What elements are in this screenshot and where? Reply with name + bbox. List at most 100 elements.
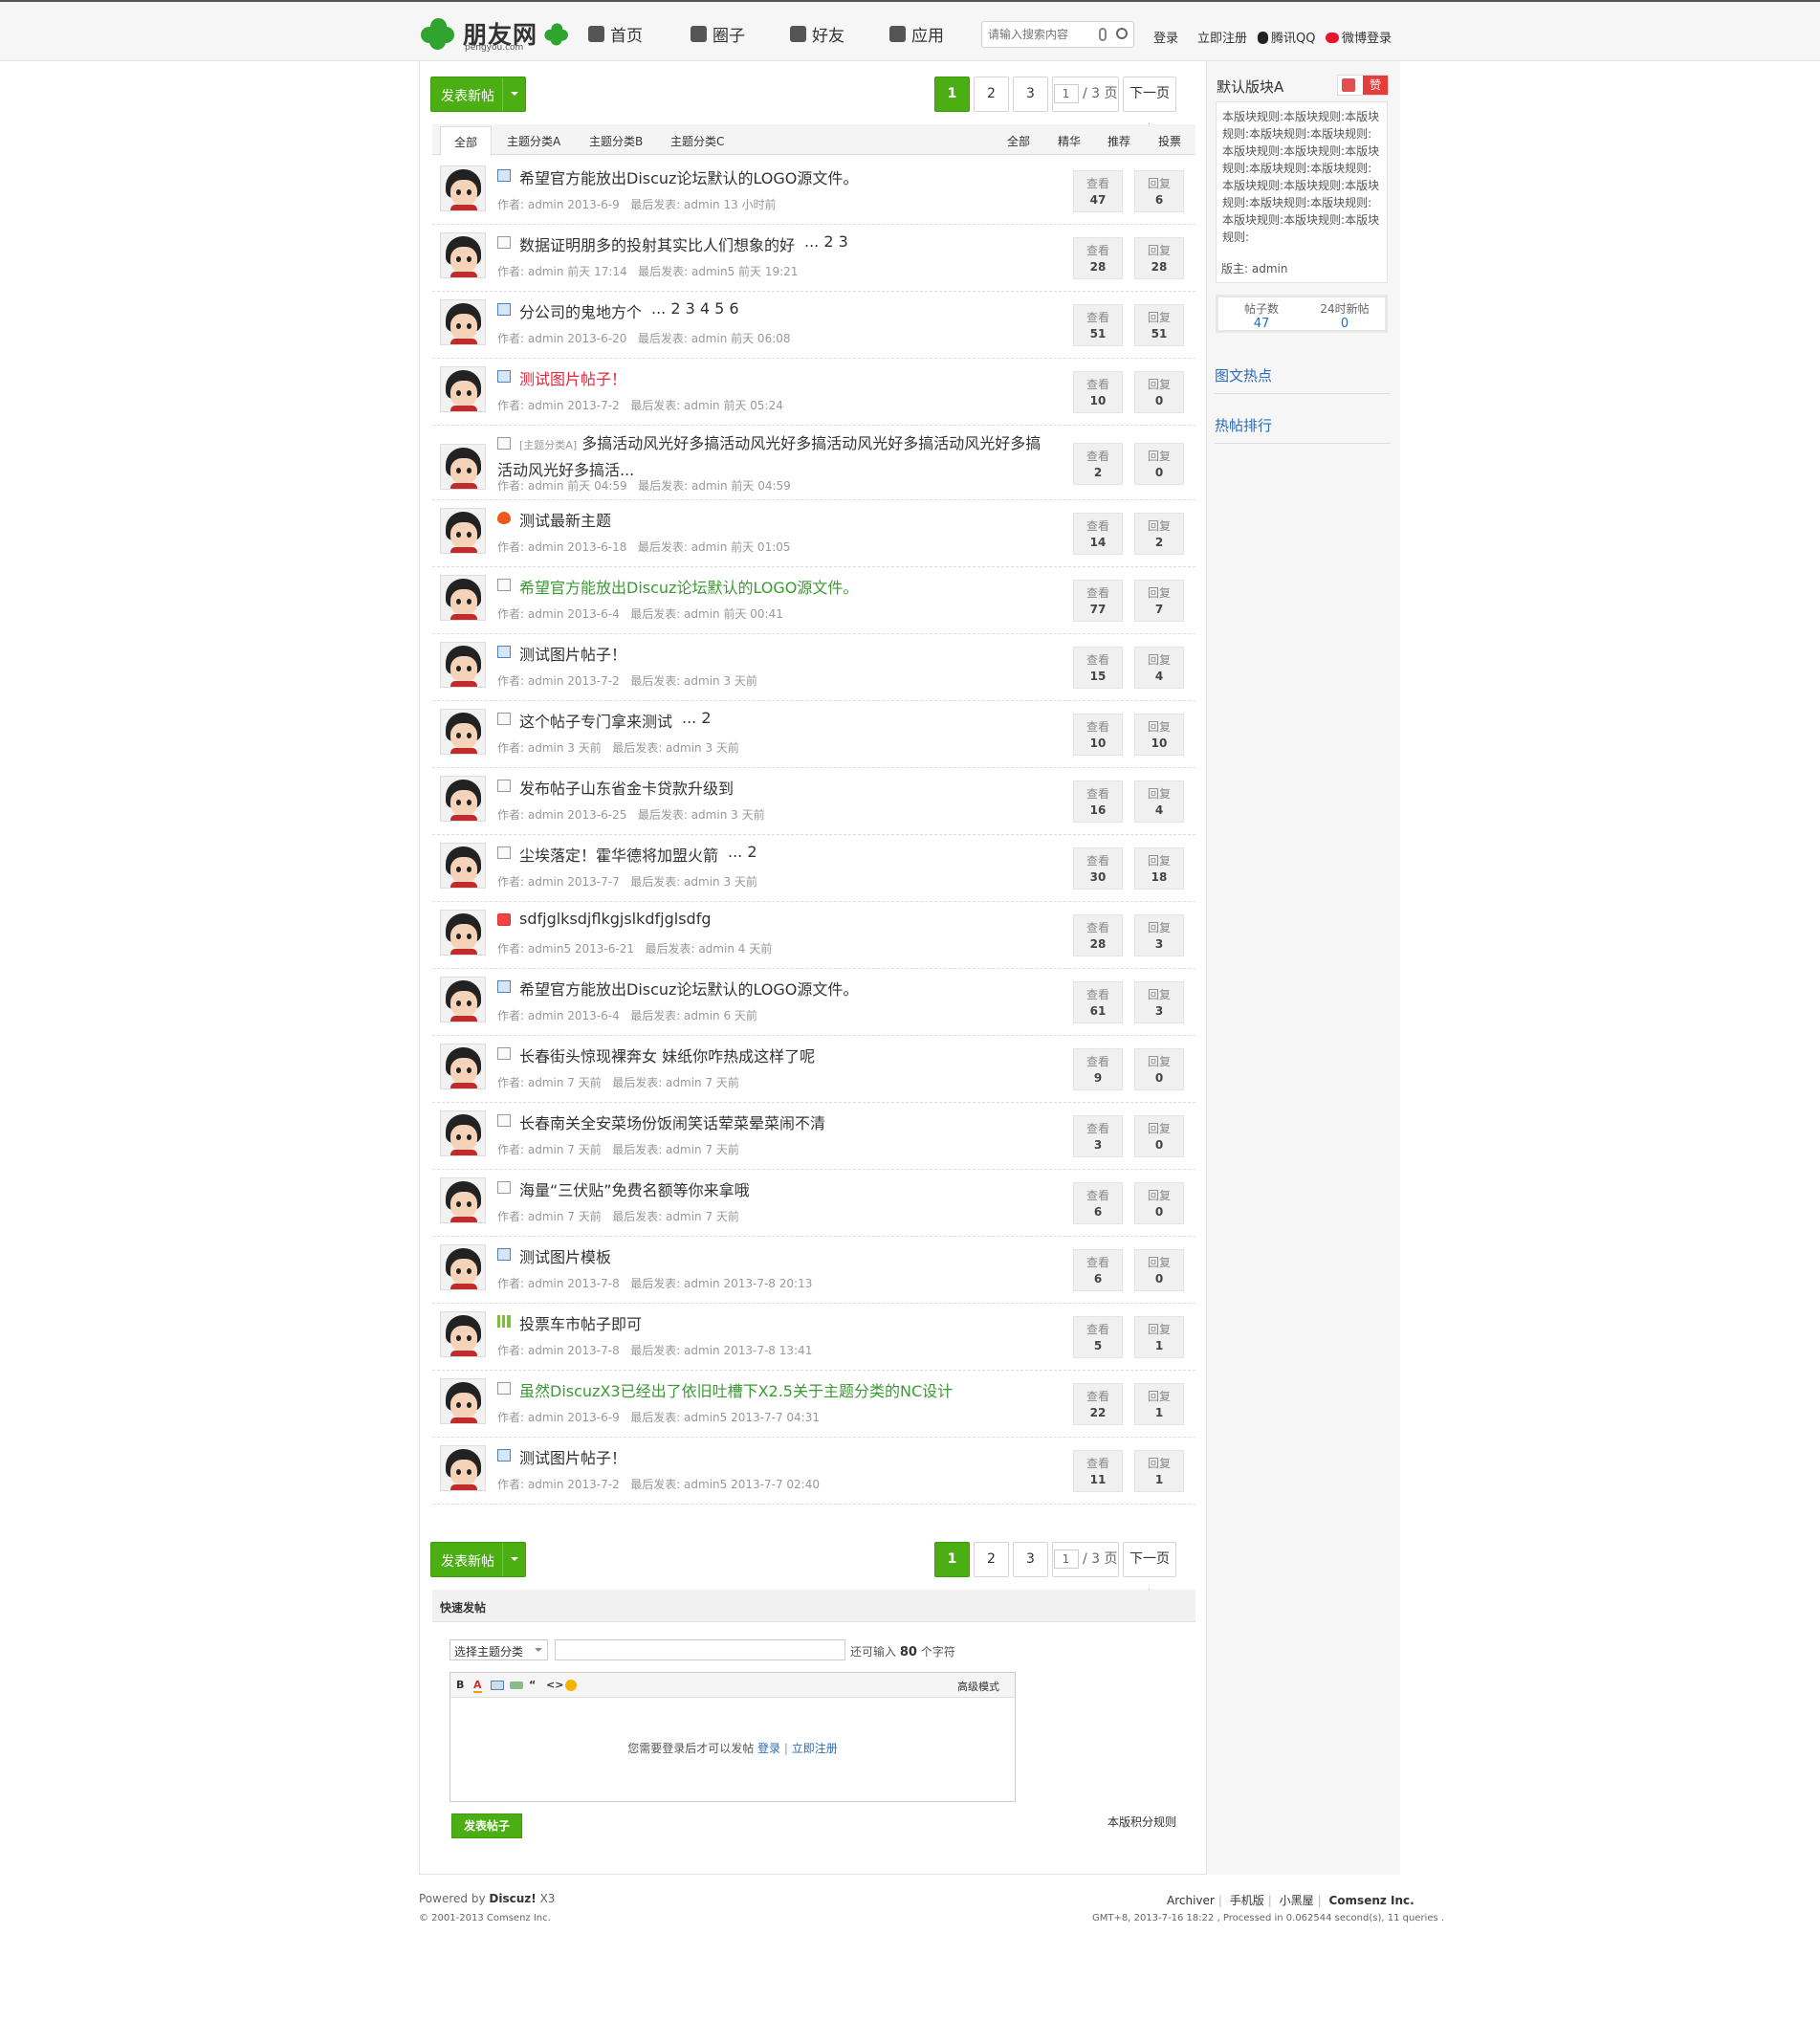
avatar[interactable] (440, 508, 486, 554)
thread-row[interactable]: 测试图片模板 作者: admin 2013-7-8 最后发表: admin 20… (432, 1237, 1195, 1304)
avatar[interactable] (440, 642, 486, 688)
thread-last-post[interactable]: 最后发表: admin 前天 05:24 (630, 399, 783, 412)
page-input[interactable] (1053, 1549, 1079, 1569)
avatar[interactable] (440, 165, 486, 211)
thread-author[interactable]: 作者: admin 2013-7-8 (497, 1344, 620, 1357)
thread-title[interactable]: 测试图片帖子！ (519, 366, 626, 389)
avatar[interactable] (440, 1445, 486, 1491)
page-input[interactable] (1053, 84, 1079, 103)
avatar[interactable] (440, 709, 486, 755)
comsenz-link[interactable]: Comsenz Inc. (1329, 1894, 1414, 1907)
thread-row[interactable]: 数据证明朋多的投射其实比人们想象的好 ... 2 3 作者: admin 前天 … (432, 225, 1195, 292)
thread-last-post[interactable]: 最后发表: admin 3 天前 (638, 808, 765, 822)
thread-title[interactable]: 希望官方能放出Discuz论坛默认的LOGO源文件。 (519, 977, 858, 1000)
tab-category-c[interactable]: 主题分类C (670, 133, 724, 149)
thread-row[interactable]: sdfjglksdjflkgjslkdfjglsdfg 作者: admin5 2… (432, 902, 1195, 969)
code-button[interactable]: <> (546, 1679, 563, 1691)
link-icon[interactable] (510, 1681, 523, 1689)
thread-title[interactable]: 发布帖子山东省金卡贷款升级到 (519, 776, 734, 799)
register-link[interactable]: 立即注册 (1197, 28, 1247, 46)
page-1[interactable]: 1 (934, 77, 970, 112)
thread-last-post[interactable]: 最后发表: admin 2013-7-8 13:41 (630, 1344, 812, 1357)
thread-title[interactable]: 虽然DiscuzX3已经出了依旧吐槽下X2.5关于主题分类的NC设计 (519, 1378, 953, 1401)
thread-last-post[interactable]: 最后发表: admin 4 天前 (645, 942, 772, 956)
thread-row[interactable]: 发布帖子山东省金卡贷款升级到 作者: admin 2013-6-25 最后发表:… (432, 768, 1195, 835)
thread-title[interactable]: 测试图片帖子！ (519, 1445, 626, 1468)
mobile-link[interactable]: 手机版 (1230, 1894, 1264, 1907)
thread-category[interactable]: [主题分类A] (519, 439, 577, 451)
nav-apps[interactable]: 应用 (889, 22, 944, 46)
weibo-login-link[interactable]: 微博登录 (1326, 28, 1392, 46)
thread-last-post[interactable]: 最后发表: admin 前天 00:41 (630, 607, 783, 621)
page-2[interactable]: 2 (974, 1542, 1009, 1577)
thread-last-post[interactable]: 最后发表: admin 3 天前 (630, 875, 757, 889)
thread-author[interactable]: 作者: admin 2013-6-4 (497, 1009, 620, 1022)
thread-author[interactable]: 作者: admin 2013-6-20 (497, 332, 626, 345)
chevron-down-icon[interactable] (502, 77, 525, 111)
thread-row[interactable]: 测试图片帖子！ 作者: admin 2013-7-2 最后发表: admin 3… (432, 634, 1195, 701)
thread-row[interactable]: 测试图片帖子！ 作者: admin 2013-7-2 最后发表: admin 前… (432, 359, 1195, 426)
chevron-down-icon[interactable] (502, 1543, 525, 1576)
thread-last-post[interactable]: 最后发表: admin 7 天前 (612, 1210, 739, 1223)
discuz-link[interactable]: Discuz! (489, 1892, 536, 1905)
thread-pages[interactable]: ... 2 (728, 843, 757, 861)
login-link[interactable]: 登录 (1153, 28, 1178, 46)
thread-title[interactable]: 长春南关全安菜场份饭闹笑话荤菜晕菜闹不清 (519, 1110, 825, 1133)
thread-title[interactable]: 长春街头惊现裸奔女 妹纸你咋热成这样了呢 (519, 1044, 815, 1066)
login-link[interactable]: 登录 (757, 1742, 780, 1755)
nav-home[interactable]: 首页 (588, 22, 643, 46)
thread-author[interactable]: 作者: admin 7 天前 (497, 1076, 602, 1089)
thread-row[interactable]: 分公司的鬼地方个 ... 2 3 4 5 6 作者: admin 2013-6-… (432, 292, 1195, 359)
thread-author[interactable]: 作者: admin 2013-6-9 (497, 1411, 620, 1424)
post-editor[interactable]: B A “ <> 高级模式 您需要登录后才可以发帖 登录 | 立即注册 (450, 1672, 1016, 1802)
avatar[interactable] (440, 444, 486, 490)
thread-last-post[interactable]: 最后发表: admin 3 天前 (630, 674, 757, 688)
section-hot-ranking[interactable]: 热帖排行 (1215, 415, 1390, 444)
thread-author[interactable]: 作者: admin 2013-6-18 (497, 540, 626, 554)
like-button[interactable]: 赞 (1337, 75, 1389, 96)
category-select[interactable]: 选择主题分类 (450, 1639, 548, 1660)
search-input[interactable] (988, 26, 1093, 43)
thread-title[interactable]: 希望官方能放出Discuz论坛默认的LOGO源文件。 (519, 165, 858, 188)
new-post-button[interactable]: 发表新帖 (430, 77, 526, 112)
next-page-button[interactable]: 下一页 (1123, 1542, 1176, 1577)
avatar[interactable] (440, 299, 486, 345)
avatar[interactable] (440, 977, 486, 1022)
thread-title[interactable]: 投票车市帖子即可 (519, 1311, 642, 1334)
thread-last-post[interactable]: 最后发表: admin5 2013-7-7 04:31 (630, 1411, 820, 1424)
blacklist-link[interactable]: 小黑屋 (1280, 1894, 1314, 1907)
thread-title[interactable]: 数据证明朋多的投射其实比人们想象的好 (519, 232, 795, 255)
tab-all[interactable]: 全部 (440, 126, 493, 156)
thread-author[interactable]: 作者: admin 2013-7-8 (497, 1277, 620, 1290)
archiver-link[interactable]: Archiver (1167, 1894, 1215, 1907)
thread-last-post[interactable]: 最后发表: admin 3 天前 (612, 741, 739, 755)
qq-login-link[interactable]: 腾讯QQ (1258, 28, 1315, 46)
thread-last-post[interactable]: 最后发表: admin 前天 01:05 (638, 540, 791, 554)
avatar[interactable] (440, 232, 486, 278)
avatar[interactable] (440, 1044, 486, 1089)
avatar[interactable] (440, 1244, 486, 1290)
thread-title[interactable]: 测试最新主题 (519, 508, 611, 531)
tab-category-a[interactable]: 主题分类A (507, 133, 560, 149)
thread-pages[interactable]: ... 2 (682, 709, 712, 727)
thread-author[interactable]: 作者: admin 7 天前 (497, 1210, 602, 1223)
thread-title[interactable]: 尘埃落定！霍华德将加盟火箭 (519, 843, 718, 866)
thread-author[interactable]: 作者: admin 2013-7-7 (497, 875, 620, 889)
new-post-button-bottom[interactable]: 发表新帖 (430, 1542, 526, 1577)
avatar[interactable] (440, 1110, 486, 1156)
thread-title[interactable]: 这个帖子专门拿来测试 (519, 709, 672, 732)
filter-all[interactable]: 全部 (1007, 133, 1030, 149)
section-photo-hot[interactable]: 图文热点 (1215, 365, 1390, 394)
thread-last-post[interactable]: 最后发表: admin 7 天前 (612, 1076, 739, 1089)
thread-title[interactable]: 测试图片帖子！ (519, 642, 626, 665)
thread-author[interactable]: 作者: admin 2013-6-9 (497, 198, 620, 211)
thread-title[interactable]: [主题分类A] 多搞活动风光好多搞活动风光好多搞活动风光好多搞活动风光好多搞活动… (497, 431, 1042, 483)
thread-row[interactable]: 投票车市帖子即可 作者: admin 2013-7-8 最后发表: admin … (432, 1304, 1195, 1371)
thread-row[interactable]: 长春街头惊现裸奔女 妹纸你咋热成这样了呢 作者: admin 7 天前 最后发表… (432, 1036, 1195, 1103)
thread-row[interactable]: 长春南关全安菜场份饭闹笑话荤菜晕菜闹不清 作者: admin 7 天前 最后发表… (432, 1103, 1195, 1170)
thread-last-post[interactable]: 最后发表: admin 前天 06:08 (638, 332, 791, 345)
thread-title[interactable]: 希望官方能放出Discuz论坛默认的LOGO源文件。 (519, 575, 858, 598)
filter-poll[interactable]: 投票 (1158, 133, 1181, 149)
thread-last-post[interactable]: 最后发表: admin 13 小时前 (630, 198, 776, 211)
page-1[interactable]: 1 (934, 1542, 970, 1577)
